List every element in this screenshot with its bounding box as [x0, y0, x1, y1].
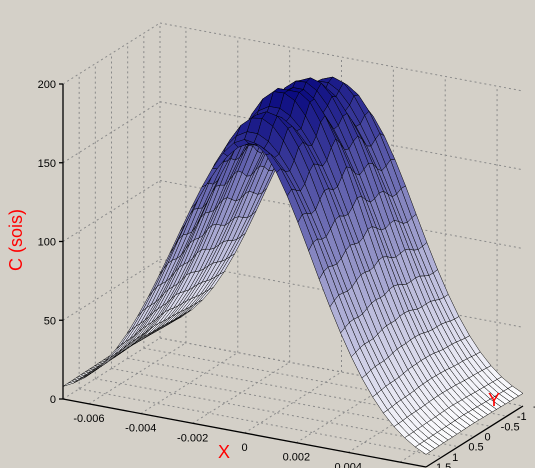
y-tick-label: 0: [485, 432, 491, 444]
z-axis-title: C (sois): [6, 209, 26, 271]
sidewall-grid-z: [62, 22, 161, 85]
x-tick-label: -0.006: [73, 413, 104, 425]
x-axis-title: X: [218, 442, 230, 462]
y-tick-label: 1.5: [436, 462, 451, 468]
x-tick-label: 0: [241, 442, 247, 454]
x-tick-label: -0.002: [177, 432, 208, 444]
surface-mesh: [62, 76, 524, 455]
z-tick-label: 100: [38, 237, 56, 249]
z-tick-label: 0: [50, 394, 56, 406]
x-tick-label: -0.004: [125, 423, 156, 435]
y-axis-title: Y: [488, 390, 500, 410]
y-tick-label: -0.5: [501, 421, 520, 433]
y-tick-label: 1: [452, 452, 458, 464]
z-tick-label: 150: [38, 158, 56, 170]
y-tick-label: 0.5: [468, 442, 483, 454]
x-tick-label: 0.002: [283, 452, 311, 464]
x-tick-label: 0.004: [334, 461, 362, 468]
surface-facet: [62, 379, 79, 387]
z-tick-label: 200: [38, 79, 56, 91]
z-tick-label: 50: [44, 315, 56, 327]
surface-plot: 0 50 100 150 200 -0.006 -0.004 -0.002 0 0.002 0.00…: [6, 22, 535, 468]
x-axis-line: [62, 398, 427, 468]
